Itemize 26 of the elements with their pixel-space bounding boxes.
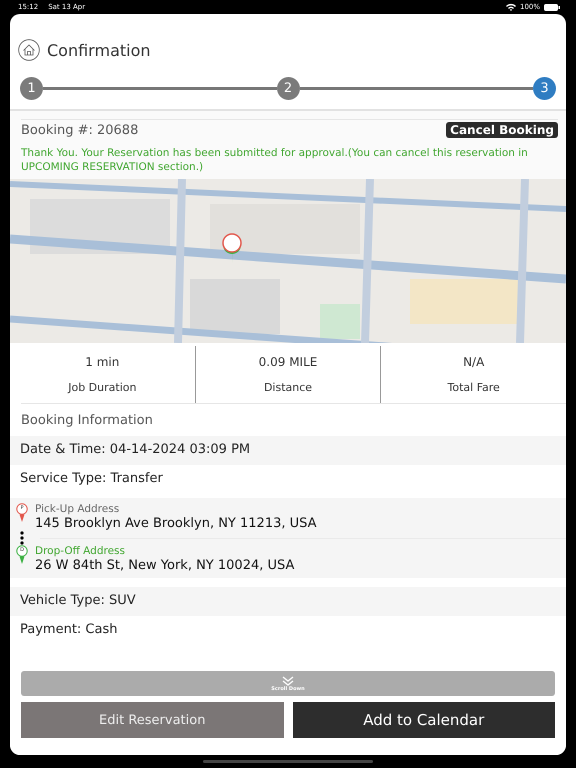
address-label: Pick-Up Address bbox=[35, 503, 120, 515]
stat-value: 1 min bbox=[85, 355, 120, 369]
info-row: Date & Time: 04-14-2024 03:09 PM bbox=[10, 436, 566, 465]
step-circle: 3 bbox=[533, 76, 556, 100]
stat-label: Distance bbox=[264, 381, 312, 394]
wifi-icon bbox=[506, 3, 516, 11]
step-circle: 1 bbox=[20, 76, 43, 100]
step-circle: 2 bbox=[276, 76, 300, 100]
stat-value: N/A bbox=[463, 355, 484, 369]
address-value: 26 W 84th St, New York, NY 10024, USA bbox=[35, 558, 294, 573]
stat-label: Total Fare bbox=[448, 381, 500, 394]
battery-icon bbox=[544, 4, 560, 10]
action-button[interactable]: Edit Reservation bbox=[21, 702, 284, 738]
confirmation-message: Thank You. Your Reservation has been submitted for approval.(You can cancel this reservation in UPCOMING RESERVATION section.) bbox=[21, 146, 529, 175]
address-label: Drop-Off Address bbox=[35, 545, 126, 557]
action-button[interactable]: Add to Calendar bbox=[292, 702, 555, 738]
cancel-booking-button[interactable]: Cancel Booking bbox=[446, 122, 558, 138]
address-value: 145 Brooklyn Ave Brooklyn, NY 11213, USA bbox=[35, 516, 317, 531]
home-icon[interactable] bbox=[18, 39, 40, 61]
stat-value: 0.09 MILE bbox=[258, 355, 318, 369]
page-title: Confirmation bbox=[47, 40, 151, 60]
chevrons-down-icon bbox=[282, 676, 294, 686]
stat-label: Job Duration bbox=[68, 381, 136, 394]
info-row: Vehicle Type: SUV bbox=[10, 587, 566, 616]
dots-icon bbox=[20, 531, 24, 545]
booking-number: Booking #: 20688 bbox=[21, 122, 138, 138]
